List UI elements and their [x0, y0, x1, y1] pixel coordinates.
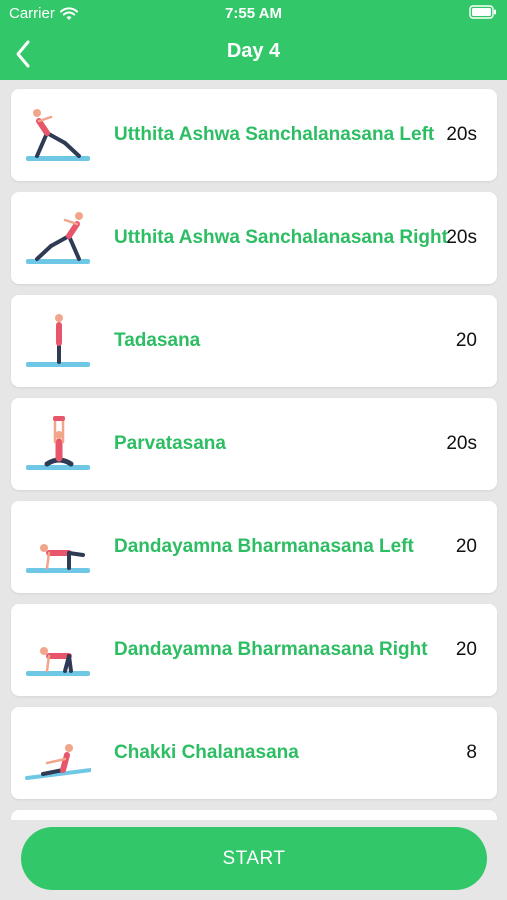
exercise-row[interactable]: Dandayamna Bharmanasana Left 20 [11, 501, 497, 593]
pose-thumbnail [25, 744, 91, 780]
pose-thumbnail [26, 314, 90, 367]
exercise-row[interactable]: Tadasana 20 [11, 295, 497, 387]
status-time: 7:55 AM [225, 5, 282, 22]
page-title: Day 4 [226, 40, 281, 62]
exercise-name: Tadasana [114, 330, 201, 351]
exercise-name: Utthita Ashwa Sanchalanasana Left [114, 124, 435, 145]
exercise-duration: 20 [455, 330, 477, 351]
pose-thumbnail [26, 109, 90, 161]
battery-icon [469, 5, 497, 23]
exercise-row[interactable]: Dandayamna Bharmanasana Right 20 [11, 604, 497, 696]
exercise-row-partial[interactable] [11, 810, 497, 820]
pose-thumbnail [26, 647, 90, 676]
exercise-duration: 20s [446, 227, 477, 248]
exercise-row[interactable]: Utthita Ashwa Sanchalanasana Right 20s [11, 192, 497, 284]
exercise-name: Utthita Ashwa Sanchalanasana Right [114, 227, 448, 248]
exercise-name: Parvatasana [114, 433, 226, 454]
exercise-duration: 20s [446, 124, 477, 145]
exercise-name: Dandayamna Bharmanasana Right [114, 639, 428, 660]
exercise-row[interactable]: Parvatasana 20s [11, 398, 497, 490]
exercise-duration: 20s [446, 433, 477, 454]
exercise-duration: 20 [455, 639, 477, 660]
pose-thumbnail [26, 416, 90, 470]
start-footer: START [0, 820, 507, 900]
exercise-row[interactable]: Chakki Chalanasana 8 [11, 707, 497, 799]
exercise-name: Chakki Chalanasana [114, 742, 299, 763]
nav-bar: Day 4 [0, 28, 507, 80]
exercise-row[interactable]: Utthita Ashwa Sanchalanasana Left 20s [11, 89, 497, 181]
exercise-duration: 8 [466, 742, 477, 763]
exercise-list[interactable]: Utthita Ashwa Sanchalanasana Left 20s Ut… [0, 80, 507, 820]
pose-thumbnail [26, 212, 90, 264]
start-button[interactable]: START [21, 827, 487, 890]
exercise-duration: 20 [455, 536, 477, 557]
exercise-name: Dandayamna Bharmanasana Left [114, 536, 414, 557]
status-bar: Carrier 7:55 AM [0, 0, 507, 28]
pose-thumbnail [26, 544, 90, 573]
